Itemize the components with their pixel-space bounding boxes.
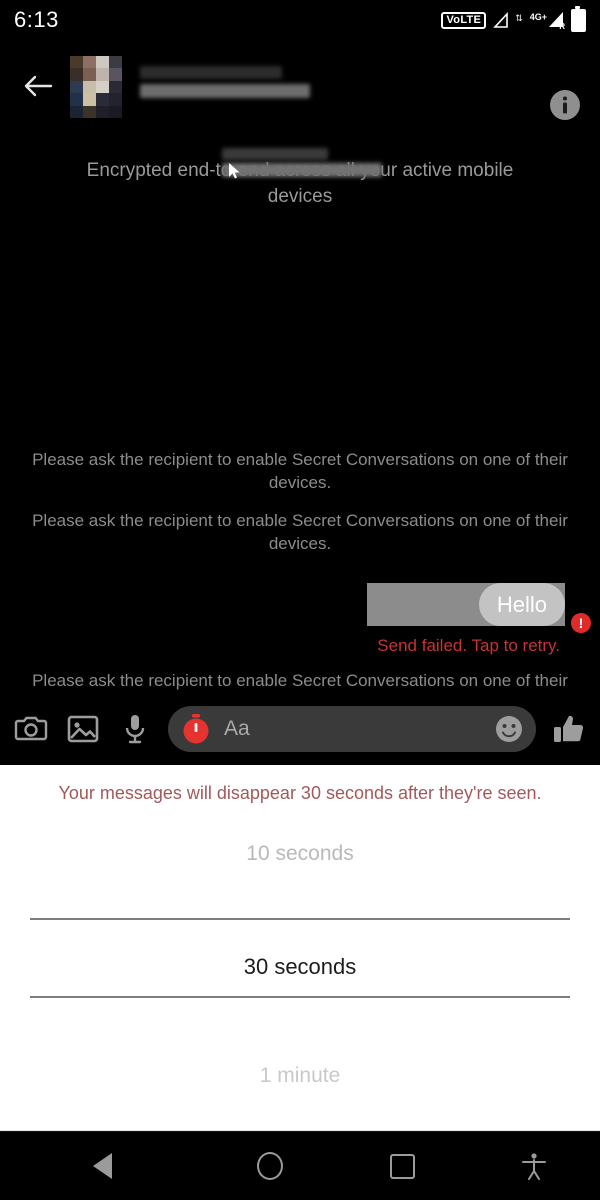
- network-generation-label: 4G+: [529, 12, 547, 22]
- duration-wheel[interactable]: 10 seconds 30 seconds 1 minute: [0, 830, 600, 1120]
- duration-option-selected[interactable]: 30 seconds: [0, 954, 600, 980]
- battery-icon: [571, 5, 586, 32]
- emoji-icon[interactable]: [494, 714, 524, 744]
- volte-icon: VoLTE: [441, 11, 487, 29]
- status-icon-group: VoLTE ⇅ 4G+ R: [441, 5, 586, 32]
- nav-recents-button[interactable]: [336, 1132, 468, 1200]
- info-icon[interactable]: [548, 88, 582, 127]
- signal-triangle-icon: [493, 12, 508, 28]
- accessibility-icon: [522, 1153, 547, 1180]
- status-time: 6:13: [14, 7, 59, 32]
- message-input-field[interactable]: Aa: [168, 706, 536, 752]
- thumbs-up-icon[interactable]: [550, 710, 588, 748]
- picker-note: Your messages will disappear 30 seconds …: [58, 783, 542, 803]
- nav-back-icon: [92, 1153, 112, 1179]
- roaming-indicator: R: [559, 22, 565, 31]
- nav-accessibility-button[interactable]: [468, 1132, 600, 1200]
- back-arrow-icon[interactable]: [16, 64, 60, 108]
- duration-option-next[interactable]: 1 minute: [0, 1064, 600, 1088]
- send-error-icon[interactable]: !: [571, 613, 591, 633]
- redacted-name-line-2: [140, 84, 310, 98]
- mouse-cursor-icon: [228, 162, 241, 185]
- android-nav-bar: [0, 1131, 600, 1200]
- mobile-data-icon: 4G+ R: [529, 11, 565, 31]
- message-bubble[interactable]: Hello: [478, 583, 565, 626]
- nav-home-icon: [257, 1152, 284, 1180]
- message-composer: Aa: [0, 693, 600, 765]
- data-transfer-icon: ⇅: [515, 12, 523, 23]
- status-bar: 6:13 VoLTE ⇅ 4G+ R: [0, 0, 600, 40]
- wheel-divider-bottom: [30, 996, 570, 998]
- avatar[interactable]: [70, 56, 122, 118]
- message-input-placeholder: Aa: [224, 717, 250, 740]
- contact-name-redacted[interactable]: [140, 66, 310, 98]
- microphone-icon[interactable]: [116, 710, 154, 748]
- camera-icon[interactable]: [12, 710, 50, 748]
- nav-back-button[interactable]: [0, 1132, 204, 1200]
- system-message: Please ask the recipient to enable Secre…: [32, 511, 568, 553]
- phone-screen: 6:13 VoLTE ⇅ 4G+ R Encrypted active mobi…: [0, 0, 600, 1200]
- nav-recents-icon: [389, 1153, 415, 1179]
- chat-header: [0, 40, 600, 179]
- redacted-subtitle-line-1: [222, 148, 328, 160]
- send-failed-text[interactable]: Send failed. Tap to retry.: [377, 635, 560, 657]
- gallery-icon[interactable]: [64, 710, 102, 748]
- duration-option-previous[interactable]: 10 seconds: [0, 842, 600, 866]
- disappearing-duration-picker[interactable]: Your messages will disappear 30 seconds …: [0, 765, 600, 1131]
- nav-home-button[interactable]: [204, 1132, 336, 1200]
- wheel-divider-top: [30, 918, 570, 920]
- system-message: Please ask the recipient to enable Secre…: [32, 450, 568, 492]
- redacted-subtitle: [222, 148, 382, 177]
- redacted-name-line-1: [140, 66, 282, 79]
- redacted-subtitle-line-2: [222, 163, 382, 177]
- disappearing-timer-icon[interactable]: [180, 713, 212, 745]
